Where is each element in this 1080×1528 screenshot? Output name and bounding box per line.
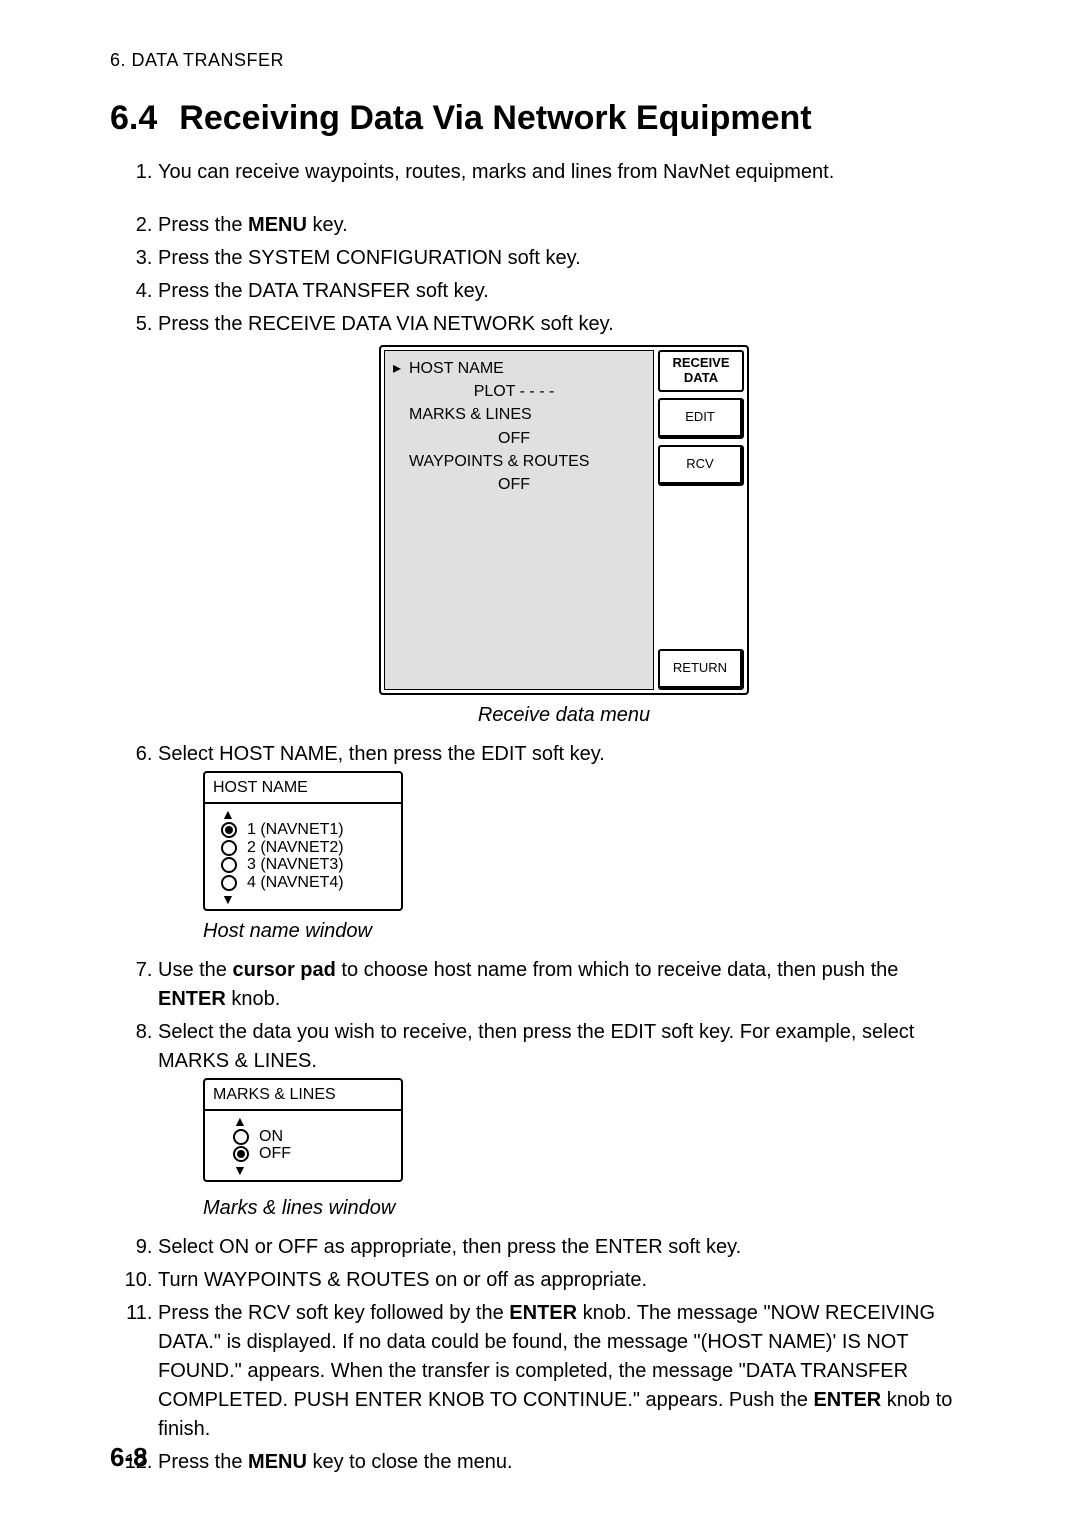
step-8: Select the data you wish to receive, the…: [158, 1018, 970, 1223]
softkey-return[interactable]: RETURN: [658, 649, 744, 690]
menu-item-hostname: ▸HOST NAME: [393, 357, 645, 380]
marks-window-caption: Marks & lines window: [203, 1194, 970, 1223]
receive-data-menu: ▸HOST NAME PLOT - - - - MARKS & LINES OF…: [379, 345, 749, 695]
menu-item-waypoints: WAYPOINTS & ROUTES: [393, 450, 645, 473]
marks-option-on[interactable]: ON: [233, 1128, 389, 1146]
softkey-column: RECEIVE DATA EDIT RCV RETURN: [654, 350, 744, 690]
marks-window-title: MARKS & LINES: [205, 1080, 401, 1111]
host-option-4[interactable]: 4 (NAVNET4): [221, 874, 389, 892]
radio-icon: [233, 1146, 249, 1162]
up-arrow-icon: ▲: [221, 807, 389, 821]
running-head: 6. DATA TRANSFER: [110, 50, 970, 71]
host-name-window: HOST NAME ▲ 1 (NAVNET1) 2 (NAVNET2) 3 (N…: [203, 771, 403, 911]
menu-panel: ▸HOST NAME PLOT - - - - MARKS & LINES OF…: [384, 350, 654, 690]
step-5: Press the RECEIVE DATA VIA NETWORK soft …: [158, 310, 970, 730]
host-option-3[interactable]: 3 (NAVNET3): [221, 856, 389, 874]
menu-hostname-value: PLOT - - - -: [393, 380, 645, 403]
softkey-title: RECEIVE DATA: [658, 350, 744, 392]
step-10: Turn WAYPOINTS & ROUTES on or off as app…: [158, 1266, 970, 1295]
menu-marks-value: OFF: [393, 427, 645, 450]
menu-item-marks: MARKS & LINES: [393, 403, 645, 426]
section-number: 6.4: [110, 99, 157, 138]
step-11: Press the RCV soft key followed by the E…: [158, 1299, 970, 1444]
step-3: Press the SYSTEM CONFIGURATION soft key.: [158, 244, 970, 273]
step-4: Press the DATA TRANSFER soft key.: [158, 277, 970, 306]
menu-waypoints-value: OFF: [393, 473, 645, 496]
section-title: 6.4 Receiving Data Via Network Equipment: [110, 99, 970, 138]
step-1: You can receive waypoints, routes, marks…: [158, 158, 970, 187]
step-7: Use the cursor pad to choose host name f…: [158, 956, 970, 1014]
step-2: Press the MENU key.: [158, 211, 970, 240]
step-9: Select ON or OFF as appropriate, then pr…: [158, 1233, 970, 1262]
host-window-caption: Host name window: [203, 917, 970, 946]
down-arrow-icon: ▼: [233, 1163, 389, 1177]
radio-icon: [221, 840, 237, 856]
up-arrow-icon: ▲: [233, 1114, 389, 1128]
marks-lines-window: MARKS & LINES ▲ ON OFF ▼: [203, 1078, 403, 1182]
radio-icon: [221, 822, 237, 838]
host-option-2[interactable]: 2 (NAVNET2): [221, 839, 389, 857]
step-12: Press the MENU key to close the menu.: [158, 1448, 970, 1477]
receive-menu-caption: Receive data menu: [158, 701, 970, 730]
down-arrow-icon: ▼: [221, 892, 389, 906]
radio-icon: [221, 857, 237, 873]
section-heading-text: Receiving Data Via Network Equipment: [179, 99, 811, 137]
step-6: Select HOST NAME, then press the EDIT so…: [158, 740, 970, 946]
host-window-title: HOST NAME: [205, 773, 401, 804]
pointer-icon: ▸: [393, 357, 409, 380]
marks-option-off[interactable]: OFF: [233, 1145, 389, 1163]
step-list: You can receive waypoints, routes, marks…: [110, 158, 970, 1477]
softkey-rcv[interactable]: RCV: [658, 445, 744, 486]
page-number: 6-8: [110, 1442, 148, 1473]
radio-icon: [233, 1129, 249, 1145]
host-option-1[interactable]: 1 (NAVNET1): [221, 821, 389, 839]
radio-icon: [221, 875, 237, 891]
softkey-edit[interactable]: EDIT: [658, 398, 744, 439]
